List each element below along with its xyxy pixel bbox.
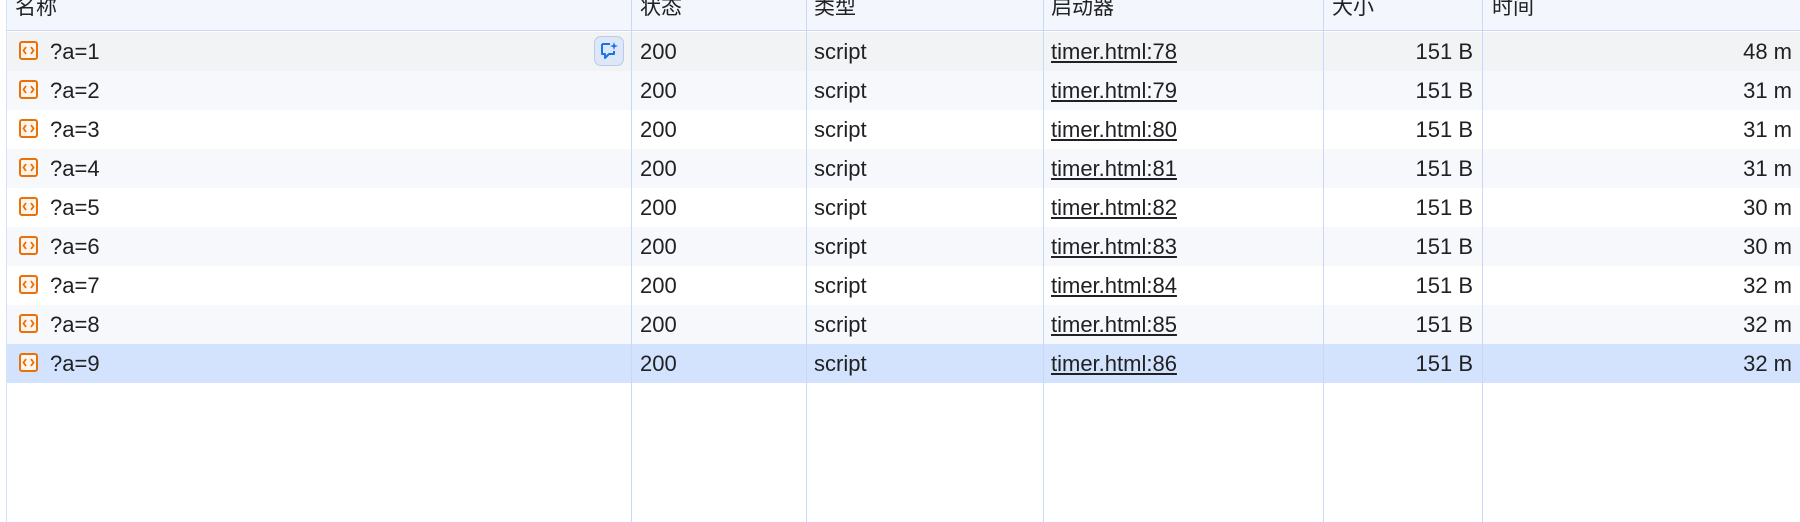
request-type: script: [814, 117, 867, 142]
initiator-link[interactable]: timer.html:81: [1051, 156, 1177, 181]
script-file-icon: [19, 353, 38, 372]
script-file-icon: [19, 275, 38, 294]
request-status: 200: [640, 195, 677, 220]
table-row[interactable]: ?a=4 200 script timer.html:81 151 B 31 m: [7, 149, 1800, 188]
column-header-name[interactable]: 名称: [15, 0, 535, 31]
column-divider-type[interactable]: [1043, 0, 1044, 522]
request-status: 200: [640, 312, 677, 337]
request-type: script: [814, 78, 867, 103]
request-name: ?a=4: [50, 156, 100, 181]
ai-assistance-button[interactable]: [594, 36, 624, 66]
column-header-type[interactable]: 类型: [814, 0, 1034, 31]
request-size: 151 B: [1415, 117, 1474, 142]
request-initiator[interactable]: timer.html:86: [1051, 344, 1311, 383]
table-row[interactable]: ?a=1 200 script timer.html:78 151 B 48 m: [7, 32, 1800, 71]
request-type: script: [814, 312, 867, 337]
request-initiator[interactable]: timer.html:82: [1051, 188, 1311, 227]
request-name: ?a=5: [50, 195, 100, 220]
request-name: ?a=8: [50, 312, 100, 337]
request-initiator[interactable]: timer.html:81: [1051, 149, 1311, 188]
request-time: 32 m: [1743, 312, 1792, 337]
request-status: 200: [640, 234, 677, 259]
script-file-icon: [19, 236, 38, 255]
table-row[interactable]: ?a=7 200 script timer.html:84 151 B 32 m: [7, 266, 1800, 305]
script-file-icon: [19, 41, 38, 60]
request-time: 31 m: [1743, 156, 1792, 181]
request-size: 151 B: [1415, 78, 1474, 103]
request-type: script: [814, 234, 867, 259]
request-initiator[interactable]: timer.html:79: [1051, 71, 1311, 110]
request-size: 151 B: [1415, 39, 1474, 64]
request-size: 151 B: [1415, 273, 1474, 298]
request-time: 30 m: [1743, 195, 1792, 220]
column-divider-status[interactable]: [806, 0, 807, 522]
column-divider-initiator[interactable]: [1323, 0, 1324, 522]
network-request-table: 名称 状态 类型 启动器 大小 时间 ?a=1 200 script timer.ht…: [7, 0, 1800, 522]
request-status: 200: [640, 117, 677, 142]
table-row[interactable]: ?a=6 200 script timer.html:83 151 B 30 m: [7, 227, 1800, 266]
column-header-initiator[interactable]: 启动器: [1051, 0, 1311, 31]
request-time: 32 m: [1743, 351, 1792, 376]
request-type: script: [814, 195, 867, 220]
request-name: ?a=9: [50, 351, 100, 376]
ai-assistance-icon: [601, 42, 618, 59]
request-name: ?a=2: [50, 78, 100, 103]
request-size: 151 B: [1415, 156, 1474, 181]
request-name: ?a=3: [50, 117, 100, 142]
request-name: ?a=6: [50, 234, 100, 259]
initiator-link[interactable]: timer.html:83: [1051, 234, 1177, 259]
initiator-link[interactable]: timer.html:84: [1051, 273, 1177, 298]
table-row[interactable]: ?a=5 200 script timer.html:82 151 B 30 m: [7, 188, 1800, 227]
request-type: script: [814, 156, 867, 181]
column-divider-name[interactable]: [631, 0, 632, 522]
request-initiator[interactable]: timer.html:80: [1051, 110, 1311, 149]
request-initiator[interactable]: timer.html:85: [1051, 305, 1311, 344]
request-type: script: [814, 351, 867, 376]
initiator-link[interactable]: timer.html:82: [1051, 195, 1177, 220]
initiator-link[interactable]: timer.html:78: [1051, 39, 1177, 64]
network-panel: 名称 状态 类型 启动器 大小 时间 ?a=1 200 script timer.ht…: [0, 0, 1800, 522]
table-header: 名称 状态 类型 启动器 大小 时间: [7, 0, 1800, 31]
column-header-time[interactable]: 时间: [1492, 0, 1792, 31]
request-type: script: [814, 39, 867, 64]
script-file-icon: [19, 314, 38, 333]
request-time: 32 m: [1743, 273, 1792, 298]
script-file-icon: [19, 80, 38, 99]
left-gutter: [0, 0, 7, 522]
request-time: 48 m: [1743, 39, 1792, 64]
table-row[interactable]: ?a=3 200 script timer.html:80 151 B 31 m: [7, 110, 1800, 149]
request-size: 151 B: [1415, 351, 1474, 376]
request-size: 151 B: [1415, 195, 1474, 220]
initiator-link[interactable]: timer.html:86: [1051, 351, 1177, 376]
script-file-icon: [19, 158, 38, 177]
script-file-icon: [19, 119, 38, 138]
request-time: 31 m: [1743, 78, 1792, 103]
request-status: 200: [640, 78, 677, 103]
initiator-link[interactable]: timer.html:79: [1051, 78, 1177, 103]
request-time: 30 m: [1743, 234, 1792, 259]
request-name: ?a=7: [50, 273, 100, 298]
initiator-link[interactable]: timer.html:80: [1051, 117, 1177, 142]
request-status: 200: [640, 39, 677, 64]
script-file-icon: [19, 197, 38, 216]
table-row[interactable]: ?a=2 200 script timer.html:79 151 B 31 m: [7, 71, 1800, 110]
table-row[interactable]: ?a=9 200 script timer.html:86 151 B 32 m: [7, 344, 1800, 383]
request-type: script: [814, 273, 867, 298]
request-initiator[interactable]: timer.html:78: [1051, 32, 1311, 71]
request-initiator[interactable]: timer.html:83: [1051, 227, 1311, 266]
request-size: 151 B: [1415, 312, 1474, 337]
request-status: 200: [640, 351, 677, 376]
request-name: ?a=1: [50, 39, 100, 64]
column-header-size[interactable]: 大小: [1332, 0, 1482, 31]
initiator-link[interactable]: timer.html:85: [1051, 312, 1177, 337]
request-initiator[interactable]: timer.html:84: [1051, 266, 1311, 305]
table-row[interactable]: ?a=8 200 script timer.html:85 151 B 32 m: [7, 305, 1800, 344]
column-divider-size[interactable]: [1482, 0, 1483, 522]
request-status: 200: [640, 273, 677, 298]
column-header-status[interactable]: 状态: [640, 0, 800, 31]
request-time: 31 m: [1743, 117, 1792, 142]
request-status: 200: [640, 156, 677, 181]
request-size: 151 B: [1415, 234, 1474, 259]
